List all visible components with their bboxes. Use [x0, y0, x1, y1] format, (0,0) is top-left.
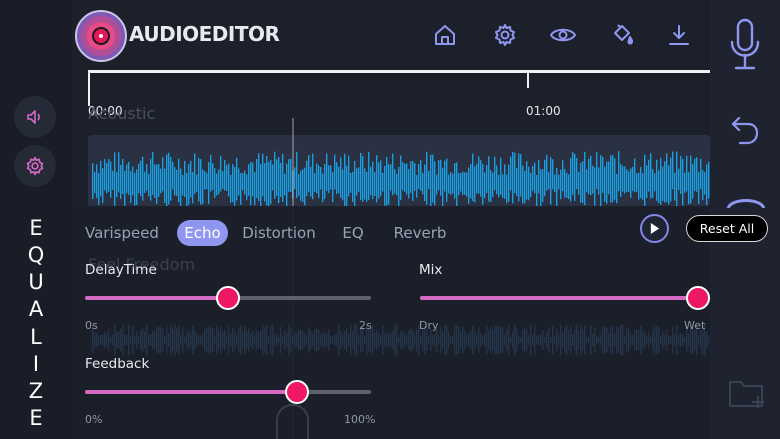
home-icon[interactable] — [432, 22, 458, 48]
mix-label: Mix — [419, 262, 443, 278]
paint-bucket-icon[interactable] — [610, 22, 636, 48]
record-button-partial[interactable] — [726, 196, 766, 208]
gear-icon — [26, 156, 44, 176]
waveform-graphic — [92, 151, 710, 207]
settings-button[interactable] — [14, 145, 56, 187]
feedback-thumb[interactable] — [284, 380, 309, 404]
play-icon — [650, 223, 660, 234]
equalize-letter: E — [29, 216, 43, 240]
feedback-fill — [85, 390, 297, 394]
equalize-letter: L — [30, 324, 42, 349]
microphone-icon[interactable] — [727, 18, 763, 72]
tab-distortion[interactable]: Distortion — [242, 220, 316, 246]
speaker-icon — [27, 110, 40, 124]
volume-button[interactable] — [14, 96, 56, 138]
equalize-letter: Z — [28, 378, 44, 403]
equalize-vertical-label: E Q U A L I Z E — [0, 206, 72, 439]
delay-time-max: 2s — [359, 319, 372, 332]
timeline-tick — [527, 70, 529, 88]
tab-varispeed[interactable]: Varispeed — [84, 220, 160, 246]
equalize-letter: E — [29, 405, 43, 430]
eye-icon[interactable] — [550, 22, 576, 48]
folder-add-icon[interactable] — [728, 376, 766, 410]
mix-fill — [420, 296, 698, 300]
feedback-label: Feedback — [85, 356, 150, 372]
timeline-tick — [88, 70, 90, 106]
tab-eq[interactable]: EQ — [340, 220, 366, 246]
gear-icon[interactable] — [492, 22, 518, 48]
delay-time-min: 0s — [85, 319, 98, 332]
delay-time-label: DelayTime — [85, 262, 157, 278]
delay-time-slider[interactable] — [85, 286, 371, 310]
reset-all-button[interactable]: Reset All — [686, 215, 768, 242]
preview-play-button[interactable] — [640, 214, 669, 243]
playhead-handle[interactable] — [276, 404, 309, 439]
timeline-ruler[interactable]: 00:00 01:00 — [88, 70, 710, 125]
undo-icon[interactable] — [730, 114, 760, 148]
download-icon[interactable] — [666, 22, 692, 48]
tab-echo[interactable]: Echo — [177, 220, 228, 246]
mix-thumb[interactable] — [686, 286, 710, 310]
app-logo-text: AUDIOEDITOR — [129, 22, 280, 46]
delay-time-thumb[interactable] — [216, 286, 240, 310]
equalize-letter: Q — [27, 243, 45, 268]
waveform-track-acoustic[interactable] — [88, 135, 710, 207]
header-bar: AUDIOEDITOR — [72, 0, 710, 70]
feedback-min: 0% — [85, 413, 103, 426]
audio-editor-screen: AUDIOEDITOR 00:00 01:00 Acoustic Feel Fr… — [0, 0, 780, 439]
vinyl-logo-icon — [75, 10, 127, 62]
feedback-slider[interactable] — [85, 380, 371, 404]
feedback-max: 100% — [344, 413, 376, 426]
mix-min: Dry — [419, 319, 439, 332]
track-name-acoustic: Acoustic — [88, 104, 156, 123]
tab-reverb[interactable]: Reverb — [393, 220, 447, 246]
waveform-track-feel-freedom — [92, 324, 710, 356]
mix-slider[interactable] — [420, 286, 710, 310]
equalize-letter: I — [32, 351, 40, 376]
delay-time-fill — [85, 296, 228, 300]
mix-max: Wet — [684, 319, 706, 332]
timeline-line — [88, 70, 710, 73]
timeline-mid-label: 01:00 — [526, 104, 561, 118]
equalize-letter: U — [28, 270, 44, 295]
equalize-letter: A — [28, 297, 44, 322]
